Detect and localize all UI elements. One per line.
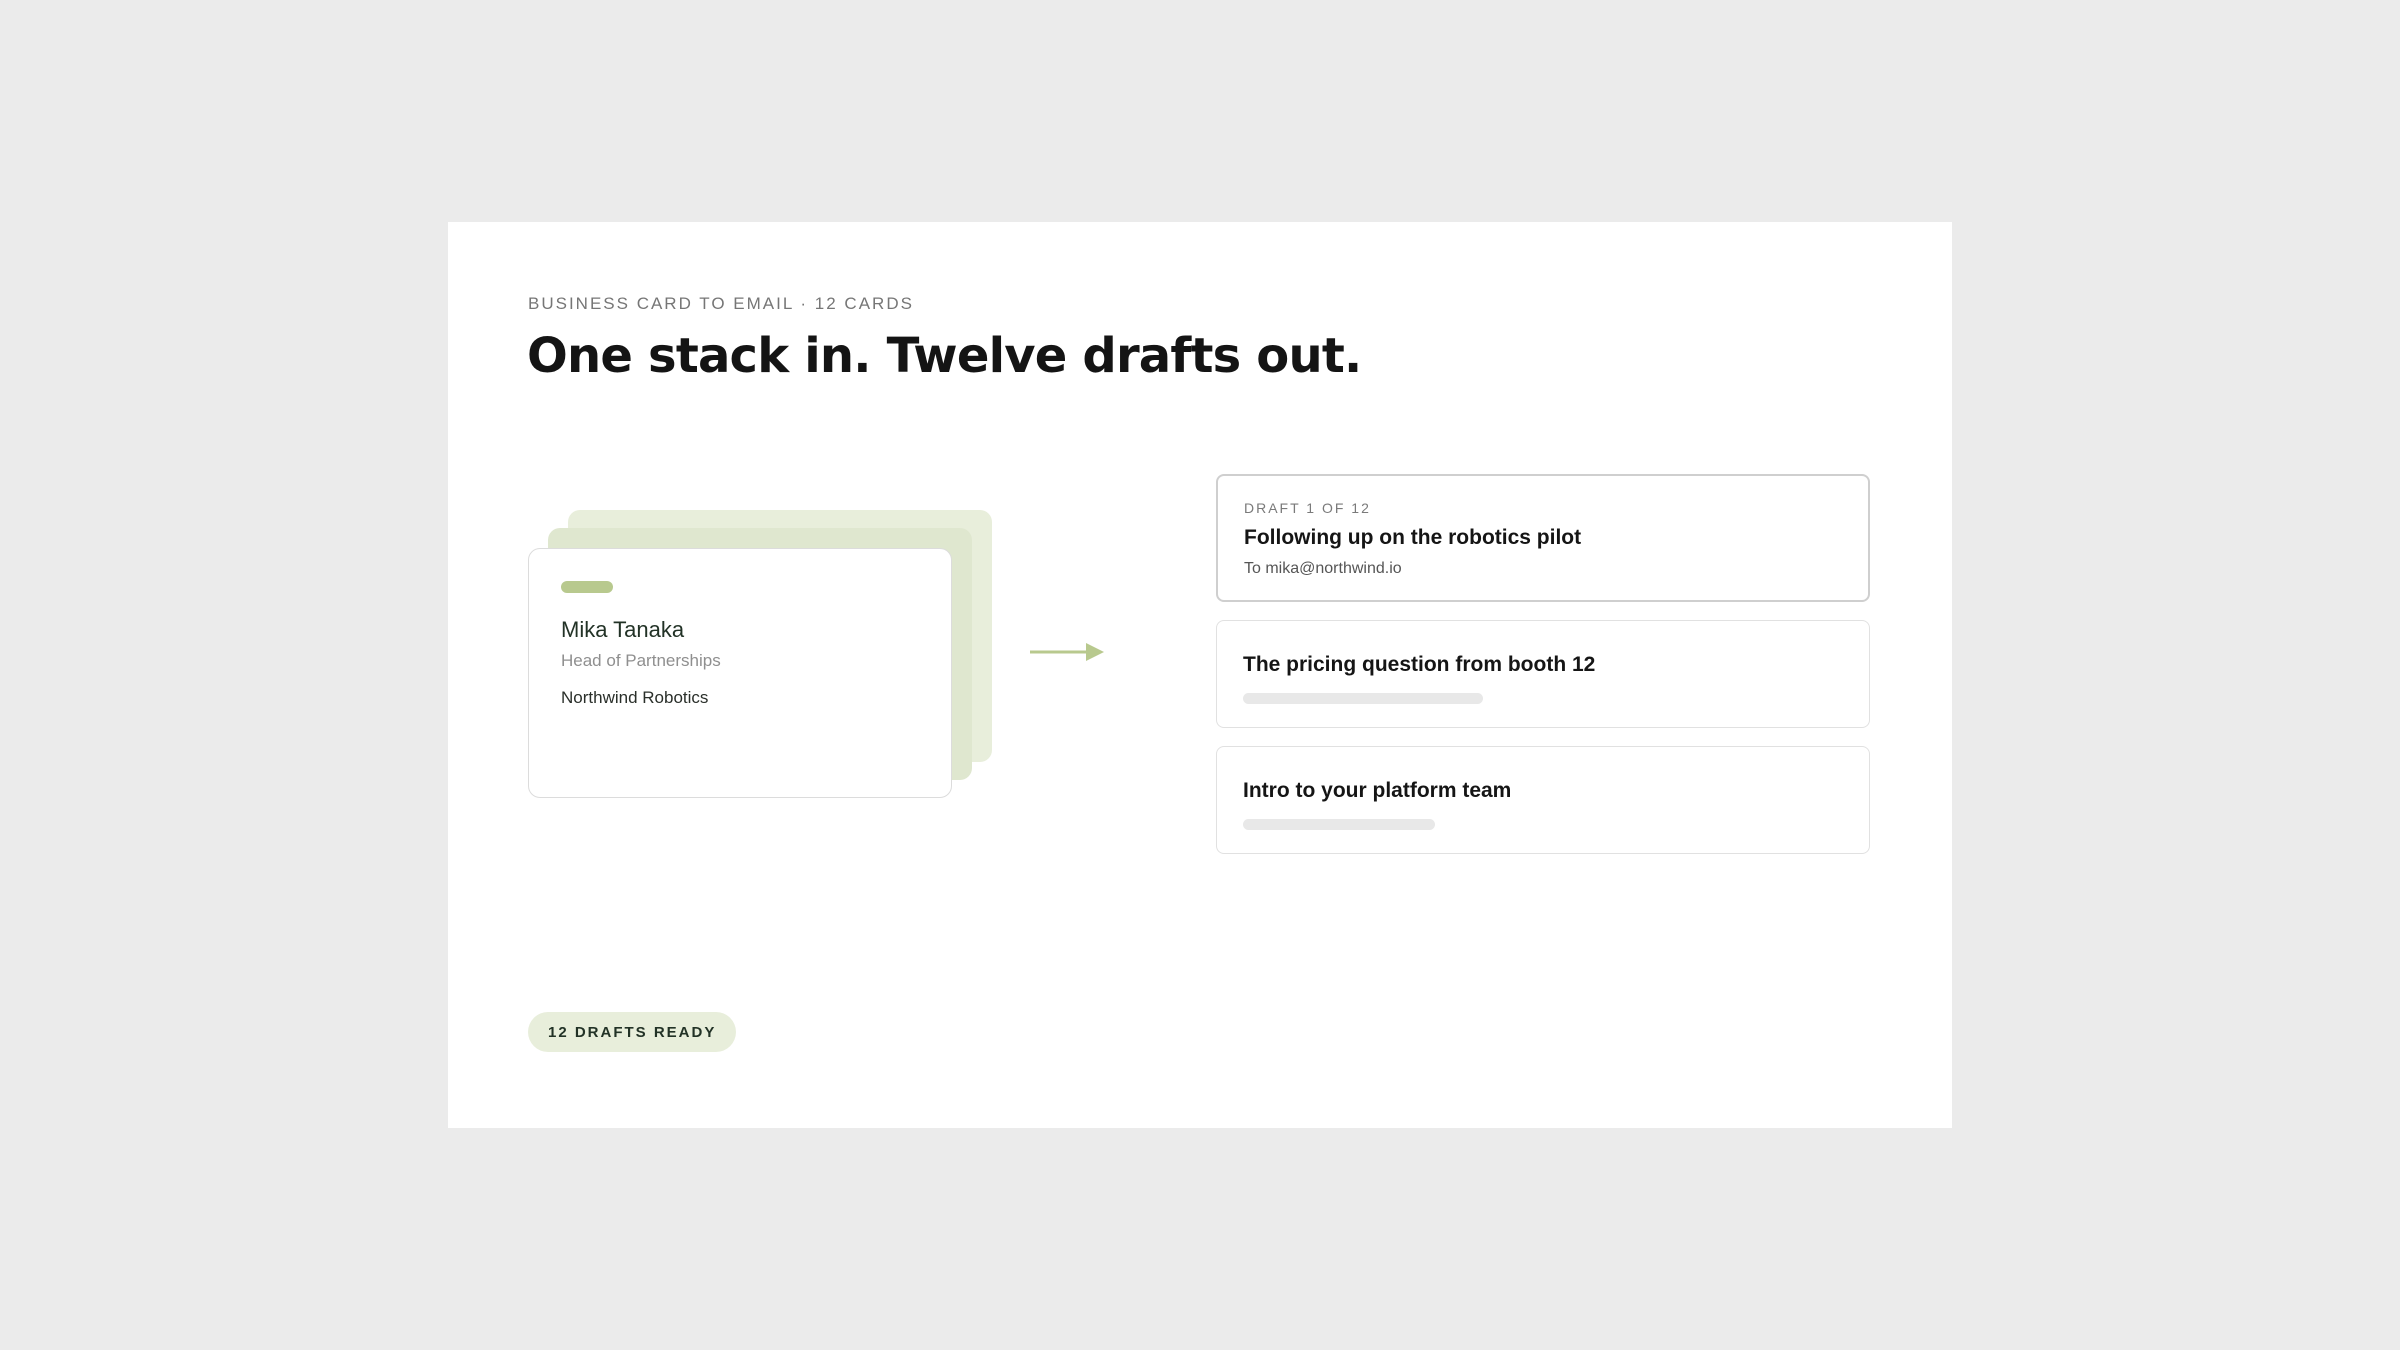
draft-preview-placeholder [1243, 819, 1435, 830]
page-title: One stack in. Twelve drafts out. [527, 328, 1362, 384]
card-accent-bar [561, 581, 613, 593]
main-panel: BUSINESS CARD TO EMAIL · 12 CARDS One st… [448, 222, 1952, 1128]
business-card[interactable]: Mika Tanaka Head of Partnerships Northwi… [528, 548, 952, 798]
draft-subject: Intro to your platform team [1243, 779, 1512, 802]
arrow-right-icon [1030, 643, 1104, 661]
contact-role: Head of Partnerships [561, 651, 721, 670]
contact-name: Mika Tanaka [561, 617, 685, 642]
draft-item-3[interactable]: Intro to your platform team [1216, 746, 1870, 854]
draft-subject: Following up on the robotics pilot [1244, 526, 1582, 549]
status-badge: 12 DRAFTS READY [528, 1012, 737, 1052]
draft-recipient: To mika@northwind.io [1244, 560, 1402, 577]
eyebrow-label: BUSINESS CARD TO EMAIL · 12 CARDS [528, 294, 914, 313]
draft-item-2[interactable]: The pricing question from booth 12 [1216, 620, 1870, 728]
contact-company: Northwind Robotics [561, 688, 709, 707]
draft-item-1[interactable]: DRAFT 1 OF 12 Following up on the roboti… [1216, 474, 1870, 602]
draft-preview-placeholder [1243, 693, 1483, 704]
draft-subject: The pricing question from booth 12 [1243, 653, 1596, 676]
draft-counter: DRAFT 1 OF 12 [1244, 500, 1371, 516]
